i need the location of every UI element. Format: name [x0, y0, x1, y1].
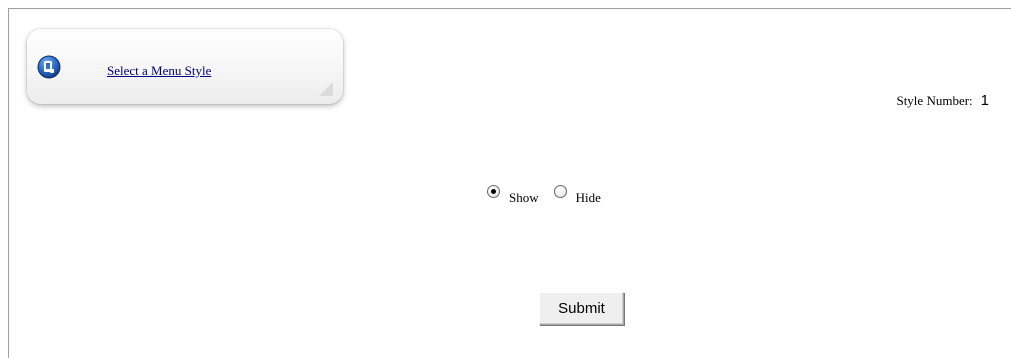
submit-button[interactable]: Submit: [539, 292, 624, 325]
style-number-value: 1: [980, 92, 989, 109]
hide-radio-label[interactable]: Hide: [576, 190, 601, 206]
hide-radio[interactable]: [553, 184, 567, 198]
card-corner-curl: [319, 82, 333, 96]
visibility-radio-group: Show Hide: [487, 184, 616, 206]
show-radio[interactable]: [487, 184, 500, 198]
style-number: Style Number: 1: [896, 92, 989, 109]
menu-style-card: Select a Menu Style: [27, 29, 343, 104]
select-menu-style-link[interactable]: Select a Menu Style: [107, 63, 211, 79]
show-radio-label[interactable]: Show: [509, 190, 539, 206]
menu-icon[interactable]: [37, 55, 61, 79]
style-number-label: Style Number:: [896, 93, 973, 108]
